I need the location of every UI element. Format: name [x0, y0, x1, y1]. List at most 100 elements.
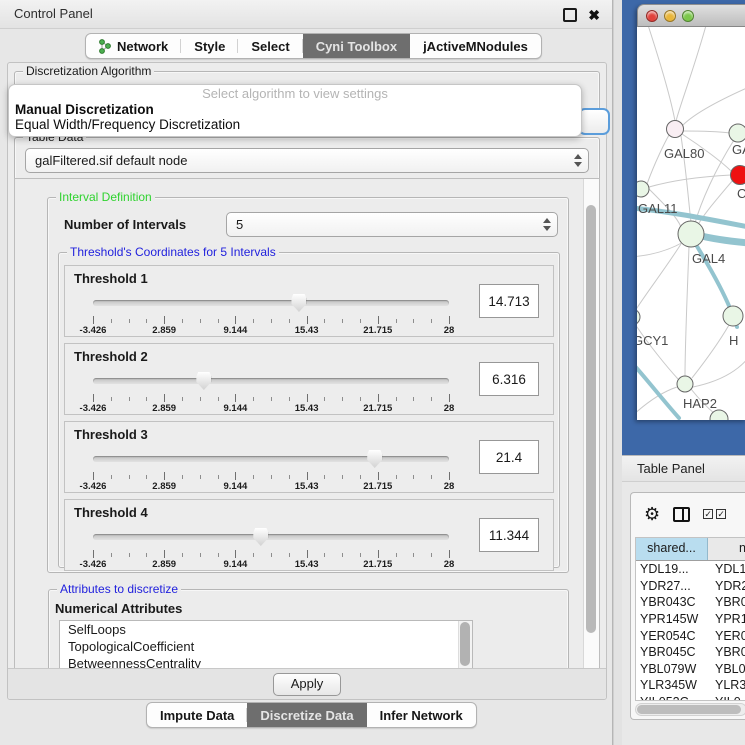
network-node[interactable] [723, 306, 743, 326]
table-row[interactable]: YIL052CYIL0 [636, 694, 745, 701]
vertical-scrollbar[interactable] [583, 179, 599, 669]
checkbox-icon[interactable]: ✓ [703, 509, 713, 519]
slider-tick-labels: -3.4262.8599.14415.4321.71528 [93, 559, 449, 570]
table-row[interactable]: YDL19...YDL1 [636, 561, 745, 578]
table-cell[interactable]: YBL079W [636, 662, 708, 676]
column-header-shared-name[interactable]: shared... [636, 538, 708, 560]
slider-tick [129, 553, 130, 557]
horizontal-scrollbar[interactable] [635, 703, 745, 716]
slider-thumb[interactable] [253, 528, 268, 546]
table-cell[interactable]: YDL19... [636, 562, 708, 576]
close-icon[interactable]: ✖ [588, 9, 600, 21]
network-node[interactable] [731, 166, 745, 185]
table-cell[interactable]: YIL052C [636, 695, 708, 701]
table-cell[interactable]: YPR145W [636, 612, 708, 626]
table-cell[interactable]: YLR345W [636, 678, 708, 692]
list-scrollbar[interactable] [458, 621, 472, 670]
threshold-slider[interactable]: -3.4262.8599.14415.4321.71528 [93, 448, 449, 490]
table-row[interactable]: YBR043CYBR0 [636, 594, 745, 611]
slider-thumb[interactable] [196, 372, 211, 390]
tab-label: Cyni Toolbox [316, 39, 397, 54]
slider-tick-label: 21.715 [363, 559, 392, 570]
tab-impute-data[interactable]: Impute Data [147, 703, 247, 727]
network-node[interactable] [678, 221, 704, 247]
attributes-list: SelfLoops TopologicalCoefficient Between… [59, 620, 473, 670]
table-cell[interactable]: YER0 [708, 629, 745, 643]
column-header-name[interactable]: na [708, 538, 745, 560]
table-row[interactable]: YDR27...YDR2 [636, 578, 745, 595]
network-canvas[interactable]: GAL80GACGAL11GAL4GCY1HHAP2 [637, 27, 745, 420]
dropdown-option-equal-width[interactable]: Equal Width/Frequency Discretization [9, 117, 581, 132]
slider-tick [200, 475, 201, 479]
columns-icon[interactable] [673, 507, 690, 522]
threshold-value-field[interactable]: 11.344 [479, 518, 539, 552]
slider-track[interactable] [93, 300, 449, 306]
threshold-value-field[interactable]: 6.316 [479, 362, 539, 396]
num-intervals-combobox[interactable]: 5 [226, 212, 558, 237]
settings-scrollpane: Interval Definition Number of Intervals … [14, 178, 600, 670]
list-item[interactable]: TopologicalCoefficient [60, 638, 472, 655]
table-cell[interactable]: YBR0 [708, 645, 745, 659]
table-cell[interactable]: YBR0 [708, 595, 745, 609]
slider-tick-label: 28 [444, 481, 455, 492]
network-node[interactable] [637, 309, 640, 325]
threshold-slider[interactable]: -3.4262.8599.14415.4321.71528 [93, 526, 449, 568]
table-cell[interactable]: YDR2 [708, 579, 745, 593]
threshold-value-field[interactable]: 21.4 [479, 440, 539, 474]
table-row[interactable]: YBL079WYBL0 [636, 661, 745, 678]
table-cell[interactable]: YBR045C [636, 645, 708, 659]
network-node-label: H [729, 333, 738, 348]
table-cell[interactable]: YBL0 [708, 662, 745, 676]
table-cell[interactable]: YIL0 [708, 695, 745, 701]
checkbox-icons: ✓ ✓ [703, 509, 726, 519]
slider-track[interactable] [93, 456, 449, 462]
table-cell[interactable]: YER054C [636, 629, 708, 643]
tab-infer-network[interactable]: Infer Network [367, 703, 476, 727]
slider-tick [413, 553, 414, 557]
slider-tick [289, 319, 290, 323]
scrollbar-thumb[interactable] [460, 622, 470, 666]
threshold-slider[interactable]: -3.4262.8599.14415.4321.71528 [93, 292, 449, 334]
table-cell[interactable]: YDL1 [708, 562, 745, 576]
minimize-traffic-light[interactable] [664, 10, 676, 22]
table-cell[interactable]: YBR043C [636, 595, 708, 609]
scrollbar-thumb[interactable] [637, 705, 741, 714]
close-traffic-light[interactable] [646, 10, 658, 22]
table-cell[interactable]: YLR3 [708, 678, 745, 692]
table-row[interactable]: YER054CYER0 [636, 627, 745, 644]
network-node[interactable] [677, 376, 693, 392]
apply-button[interactable]: Apply [273, 673, 341, 696]
threshold-value-field[interactable]: 14.713 [479, 284, 539, 318]
table-row[interactable]: YLR345WYLR3 [636, 677, 745, 694]
table-cell[interactable]: YDR27... [636, 579, 708, 593]
network-node[interactable] [637, 181, 649, 197]
slider-thumb[interactable] [291, 294, 306, 312]
threshold-slider[interactable]: -3.4262.8599.14415.4321.71528 [93, 370, 449, 412]
table-data-combobox[interactable]: galFiltered.sif default node [25, 148, 589, 173]
network-node[interactable] [667, 121, 684, 138]
float-window-icon[interactable] [563, 8, 577, 22]
tab-cyni-toolbox[interactable]: Cyni Toolbox [303, 34, 410, 58]
network-node-label: GA [732, 142, 745, 157]
slider-track[interactable] [93, 378, 449, 384]
tab-discretize-data[interactable]: Discretize Data [247, 703, 366, 727]
slider-tick-label: 28 [444, 559, 455, 570]
slider-tick-label: -3.426 [80, 325, 107, 336]
slider-thumb[interactable] [367, 450, 382, 468]
network-node[interactable] [729, 124, 745, 142]
tab-style[interactable]: Style [181, 34, 238, 58]
table-row[interactable]: YBR045CYBR0 [636, 644, 745, 661]
list-item[interactable]: SelfLoops [60, 621, 472, 638]
tab-network[interactable]: Network [86, 34, 181, 58]
table-cell[interactable]: YPR1 [708, 612, 745, 626]
tab-jactivemnodules[interactable]: jActiveMNodules [410, 34, 541, 58]
scrollbar-thumb[interactable] [586, 205, 596, 633]
zoom-traffic-light[interactable] [682, 10, 694, 22]
slider-track[interactable] [93, 534, 449, 540]
checkbox-icon[interactable]: ✓ [716, 509, 726, 519]
algorithm-combobox-focus-ring[interactable] [578, 108, 610, 135]
table-row[interactable]: YPR145WYPR1 [636, 611, 745, 628]
gear-icon[interactable]: ⚙ [644, 505, 660, 523]
tab-select[interactable]: Select [238, 34, 302, 58]
dropdown-option-manual[interactable]: Manual Discretization [9, 102, 581, 117]
